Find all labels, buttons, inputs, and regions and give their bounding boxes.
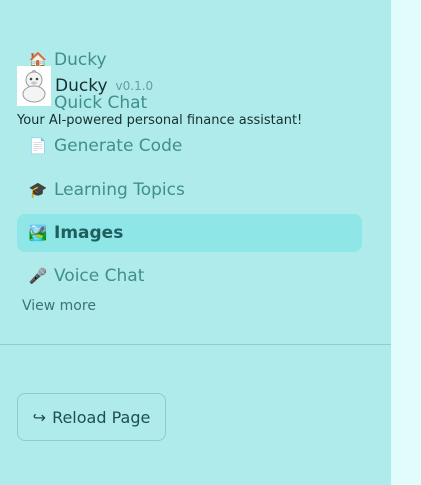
reload-page-label: Reload Page [52,407,151,427]
nav-item-label: Voice Chat [54,266,145,286]
return-arrow-icon: ↪ [32,407,47,427]
nav-item-label: Generate Code [54,136,183,156]
app-tagline: Your AI-powered personal finance assista… [17,113,303,128]
nav-item-label: Learning Topics [54,180,185,200]
sidebar: 🏠 Ducky Ducky v0.1.0 Quick Chat Your AI-… [0,0,391,485]
microphone-icon: 🎤 [28,266,48,285]
landscape-icon: 🏞️ [28,223,48,242]
sidebar-divider [0,344,391,345]
reload-page-button[interactable]: ↪ Reload Page [17,393,166,441]
graduation-cap-icon: 🎓 [28,180,48,199]
nav-item-images[interactable]: 🏞️ Images [17,214,362,252]
nav-item-label: Images [54,223,124,243]
view-more-link[interactable]: View more [22,298,96,314]
main-content [391,0,421,485]
nav-item-generate-code[interactable]: 📄 Generate Code [17,127,362,165]
nav-item-voice-chat[interactable]: 🎤 Voice Chat [17,257,362,295]
nav-item-learning-topics[interactable]: 🎓 Learning Topics [17,171,362,209]
page-icon: 📄 [28,136,48,155]
nav-item-label: Quick Chat [54,93,148,113]
